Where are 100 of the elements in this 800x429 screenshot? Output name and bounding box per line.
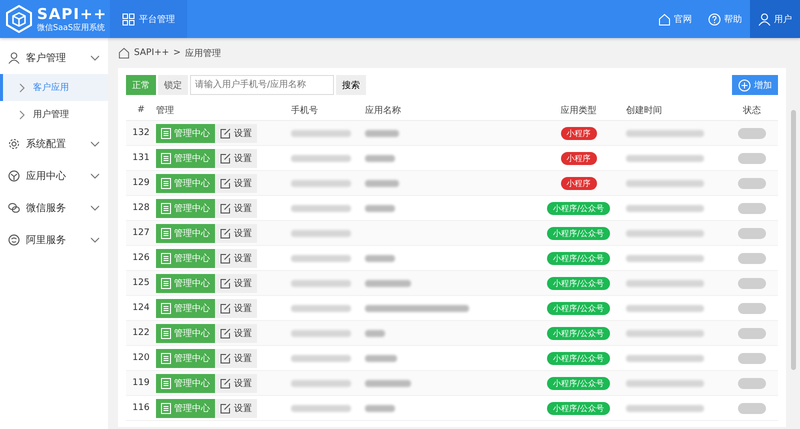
- chevron-right-icon: [19, 110, 25, 120]
- search-field[interactable]: 请输入用户手机号/应用名称: [190, 75, 334, 95]
- sidebar-subitem[interactable]: 用户管理: [0, 101, 108, 128]
- settings-button[interactable]: 设置: [215, 124, 257, 142]
- status-pill: [738, 352, 766, 364]
- edit-icon: [220, 328, 231, 338]
- header-link[interactable]: 用户: [750, 0, 800, 38]
- filter-button[interactable]: 锁定: [158, 75, 188, 95]
- settings-button[interactable]: 设置: [215, 274, 257, 292]
- sidebar-item[interactable]: 系统配置: [0, 128, 108, 160]
- chevron-icon: [90, 237, 100, 243]
- app-type-tag: 小程序/公众号: [547, 302, 610, 314]
- logo-subtitle: 微信SaaS应用系统: [37, 22, 106, 32]
- smile-circle-icon: [8, 234, 20, 246]
- status-pill: [738, 152, 766, 164]
- edit-icon: [220, 402, 231, 414]
- plus-circle-icon: [738, 78, 751, 92]
- blurred-text: [291, 180, 351, 186]
- app-type-tag: 小程序/公众号: [547, 376, 610, 390]
- settings-button[interactable]: 设置: [215, 398, 257, 418]
- settings-button[interactable]: 设置: [215, 324, 257, 342]
- user-icon: [8, 52, 20, 64]
- document-icon: [161, 402, 171, 414]
- app-type-tag: 小程序/公众号: [547, 226, 610, 240]
- settings-button[interactable]: 设置: [215, 224, 257, 242]
- document-icon: [161, 328, 171, 338]
- document-icon: [161, 352, 171, 364]
- home-icon: [118, 47, 130, 59]
- header-link[interactable]: 帮助: [700, 0, 750, 38]
- sidebar-item[interactable]: 微信服务: [0, 192, 108, 224]
- header-link[interactable]: 官网: [650, 0, 700, 38]
- status-pill: [738, 328, 766, 338]
- edit-icon: [220, 228, 231, 238]
- status-pill: [738, 378, 766, 388]
- status-pill: [738, 302, 766, 314]
- chevron-icon: [90, 141, 100, 147]
- edit-icon: [220, 302, 231, 314]
- blurred-text: [291, 404, 351, 412]
- status-pill: [738, 278, 766, 288]
- sidebar-item[interactable]: 客户管理: [0, 42, 108, 74]
- breadcrumb-item[interactable]: SAPI++: [134, 48, 170, 58]
- status-pill: [738, 178, 766, 188]
- chevron-right-icon: [19, 82, 25, 92]
- sidebar-item[interactable]: 应用中心: [0, 160, 108, 192]
- blurred-text: [291, 154, 351, 162]
- document-icon: [161, 228, 171, 238]
- breadcrumb-item: 应用管理: [184, 48, 221, 60]
- settings-button[interactable]: 设置: [215, 374, 257, 392]
- logo-title: SAPI++: [37, 6, 108, 22]
- blurred-text: [291, 254, 351, 262]
- blurred-text: [291, 280, 351, 286]
- chevron-icon: [90, 173, 100, 179]
- cube-logo-icon: [4, 4, 34, 34]
- app-type-tag: 小程序: [560, 176, 596, 190]
- sidebar-item[interactable]: 阿里服务: [0, 224, 108, 256]
- gear-icon: [8, 138, 20, 150]
- app-type-tag: 小程序/公众号: [547, 352, 610, 364]
- status-pill: [738, 228, 766, 238]
- chevron-icon: [90, 55, 100, 61]
- document-icon: [161, 202, 171, 214]
- search-button[interactable]: 搜索: [336, 75, 366, 95]
- status-pill: [738, 202, 766, 214]
- settings-button[interactable]: 设置: [215, 298, 257, 318]
- status-pill: [738, 402, 766, 414]
- status-pill: [738, 128, 766, 138]
- blurred-text: [291, 330, 351, 336]
- settings-button[interactable]: 设置: [215, 198, 257, 218]
- blurred-text: [291, 130, 351, 136]
- scrollbar[interactable]: [791, 110, 796, 370]
- app-type-tag: 小程序/公众号: [547, 276, 610, 290]
- document-icon: [161, 252, 171, 264]
- edit-icon: [220, 152, 231, 164]
- document-icon: [161, 378, 171, 388]
- blurred-text: [291, 204, 351, 212]
- nav-tab[interactable]: 平台管理: [110, 0, 187, 38]
- edit-icon: [220, 128, 231, 138]
- edit-icon: [220, 378, 231, 388]
- document-icon: [161, 278, 171, 288]
- edit-icon: [220, 252, 231, 264]
- breadcrumb-separator: >: [173, 48, 181, 58]
- blurred-text: [291, 304, 351, 312]
- status-pill: [738, 252, 766, 264]
- settings-button[interactable]: 设置: [215, 174, 257, 192]
- document-icon: [161, 152, 171, 164]
- app-type-tag: 小程序: [560, 126, 596, 140]
- edit-icon: [220, 352, 231, 364]
- help-icon: [708, 12, 721, 26]
- chat-bubbles-icon: [8, 202, 20, 214]
- app-type-tag: 小程序: [560, 152, 596, 164]
- circle-icon: [8, 170, 20, 182]
- settings-button[interactable]: 设置: [215, 148, 257, 168]
- document-icon: [161, 178, 171, 188]
- document-icon: [161, 302, 171, 314]
- edit-icon: [220, 202, 231, 214]
- grid-icon: [122, 12, 135, 26]
- blurred-text: [291, 380, 351, 386]
- app-type-tag: 小程序/公众号: [547, 252, 610, 264]
- settings-button[interactable]: 设置: [215, 248, 257, 268]
- settings-button[interactable]: 设置: [215, 348, 257, 368]
- app-type-tag: 小程序/公众号: [547, 326, 610, 340]
